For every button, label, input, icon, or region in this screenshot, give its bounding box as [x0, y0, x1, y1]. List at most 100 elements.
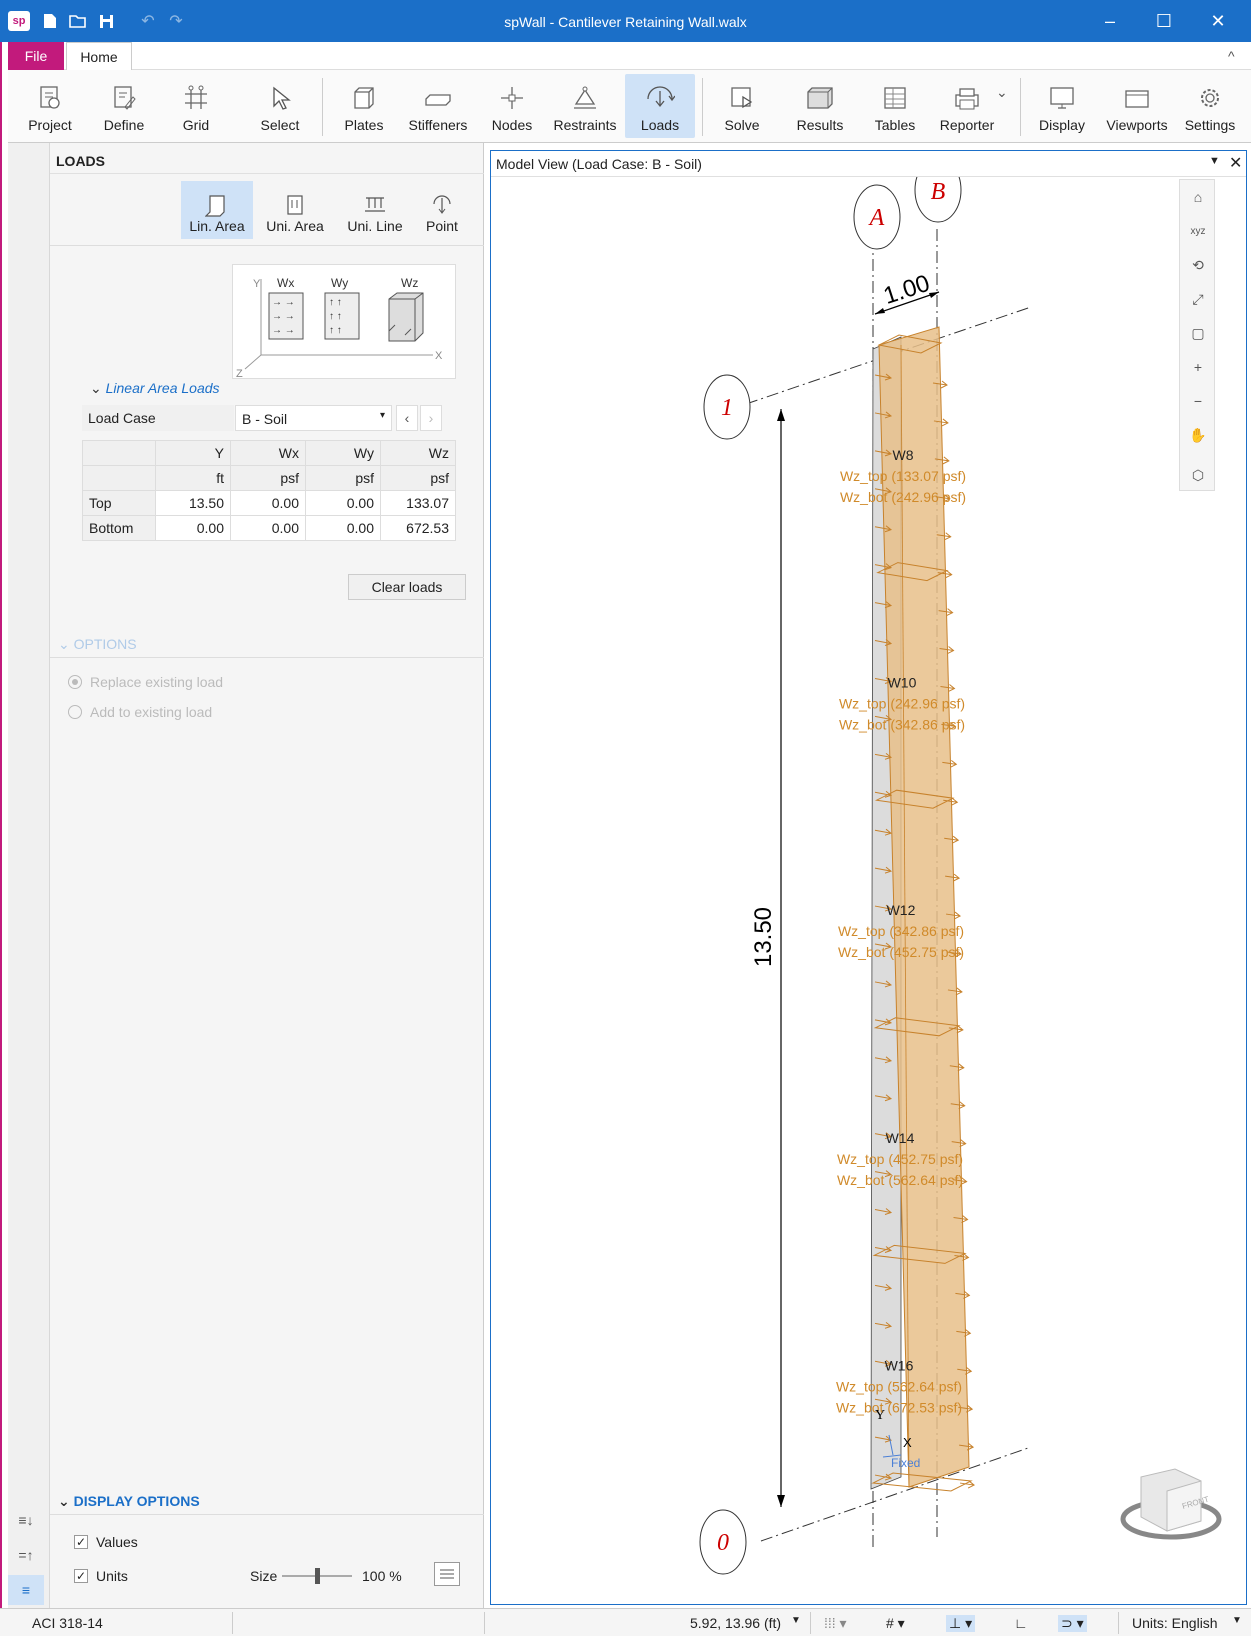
render-toggle-icon[interactable]: ⊃ ▾	[1058, 1615, 1087, 1632]
values-checkbox[interactable]: ✓ Values	[74, 1534, 138, 1550]
results-button[interactable]: Results	[790, 74, 850, 138]
home-view-icon[interactable]: ⌂	[1180, 182, 1216, 212]
snap-grid-icon[interactable]: ⁞⁞⁞ ▾	[824, 1615, 847, 1632]
zoom-out-icon[interactable]: −	[1180, 386, 1216, 416]
grid-toggle-icon[interactable]: # ▾	[886, 1615, 905, 1632]
home-tab[interactable]: Home	[66, 42, 132, 70]
size-slider-track[interactable]	[282, 1568, 352, 1584]
maximize-button[interactable]: ☐	[1137, 0, 1191, 42]
units-checkbox[interactable]: ✓ Units	[74, 1568, 128, 1584]
zoom-extents-icon[interactable]: ⤢	[1180, 284, 1216, 314]
solve-button[interactable]: Solve	[712, 74, 772, 138]
settings-button[interactable]: Settings	[1178, 74, 1242, 138]
cell-y[interactable]: 0.00	[155, 515, 231, 541]
collapse-all-icon[interactable]: =↑	[8, 1540, 44, 1570]
view-menu-icon[interactable]: ▼	[1209, 155, 1220, 167]
restraints-button[interactable]: Restraints	[550, 74, 620, 138]
project-icon	[40, 86, 60, 109]
loads-table: Y Wx Wy Wz ft psf psf psf Top 13.50 0.00 0.00 133.…	[82, 440, 456, 541]
cell-wx[interactable]: 0.00	[230, 490, 306, 516]
prev-load-case-button[interactable]: ‹	[396, 405, 418, 431]
ortho-icon[interactable]: ∟	[1014, 1615, 1028, 1631]
cursor-coords: 5.92, 13.96 (ft)	[690, 1615, 782, 1631]
load-case-label: Load Case	[82, 405, 234, 431]
project-button[interactable]: Project	[20, 74, 80, 138]
wall-bottom-load-label: Wz_bot (452.75 psf)	[838, 944, 964, 960]
cell-wz[interactable]: 133.07	[380, 490, 456, 516]
diagram-wx-label: Wx	[277, 276, 294, 290]
model-view[interactable]: Model View (Load Case: B - Soil) ▼ ✕ A B…	[490, 150, 1247, 1605]
minimize-button[interactable]: –	[1083, 0, 1137, 42]
nodes-button[interactable]: Nodes	[482, 74, 542, 138]
replace-existing-radio[interactable]: Replace existing load	[68, 674, 223, 690]
define-button[interactable]: Define	[94, 74, 154, 138]
lin-area-icon	[205, 195, 225, 217]
tables-button[interactable]: Tables	[865, 74, 925, 138]
load-arrow-right	[959, 1480, 975, 1489]
cell-wz[interactable]: 672.53	[380, 515, 456, 541]
wall-name-label: W12	[887, 902, 916, 918]
wall-name-label: W16	[885, 1357, 914, 1373]
display-button[interactable]: Display	[1031, 74, 1093, 138]
grid-label-a: A	[868, 205, 885, 231]
model-view-header: Model View (Load Case: B - Soil) ▼ ✕	[491, 151, 1246, 177]
cell-wy[interactable]: 0.00	[305, 490, 381, 516]
close-button[interactable]: ✕	[1191, 0, 1245, 42]
grid-button[interactable]: Grid	[166, 74, 226, 138]
model-canvas[interactable]: A B 1 0 1.00 13.50 W8 Wz_top (133.07 psf)…	[491, 177, 1246, 1604]
status-bar: ACI 318-14 5.92, 13.96 (ft) ▼ ⁞⁞⁞ ▾ # ▾ …	[0, 1608, 1251, 1636]
cell-wx[interactable]: 0.00	[230, 515, 306, 541]
coords-dropdown-icon[interactable]: ▼	[791, 1615, 801, 1626]
axis-view-icon[interactable]: xyz	[1180, 216, 1216, 246]
grid-label-0: 0	[717, 1530, 729, 1556]
lin-area-button[interactable]: Lin. Area	[181, 181, 253, 239]
uni-area-button[interactable]: Uni. Area	[257, 181, 333, 239]
loads-panel: LOADS Lin. Area Uni. Area Uni. Line Poin…	[50, 143, 484, 1608]
dim-height-label: 13.50	[750, 907, 777, 967]
cell-wy[interactable]: 0.00	[305, 515, 381, 541]
diagram-axis-z: Z	[236, 368, 243, 380]
uni-line-button[interactable]: Uni. Line	[340, 181, 410, 239]
clear-loads-button[interactable]: Clear loads	[348, 574, 466, 600]
rotate-view-icon[interactable]: ⟲	[1180, 250, 1216, 280]
wall-bottom-load-label: Wz_bot (562.64 psf)	[837, 1172, 963, 1188]
load-case-select[interactable]: B - Soil ▾	[235, 405, 392, 431]
wall-top-load-label: Wz_top (452.75 psf)	[837, 1151, 963, 1167]
close-view-icon[interactable]: ✕	[1229, 153, 1242, 173]
svg-text:↑ ↑: ↑ ↑	[329, 311, 342, 322]
zoom-window-icon[interactable]: ▢	[1180, 318, 1216, 348]
window-border	[0, 42, 8, 1636]
cell-y[interactable]: 13.50	[155, 490, 231, 516]
panel-list-icon[interactable]: ≡	[8, 1575, 44, 1605]
viewports-icon	[1125, 90, 1149, 108]
loads-button[interactable]: Loads	[625, 74, 695, 138]
linear-area-loads-header[interactable]: ⌄ Linear Area Loads	[90, 380, 220, 397]
select-button[interactable]: Select	[250, 74, 310, 138]
size-slider-thumb[interactable]	[315, 1568, 320, 1584]
viewports-button[interactable]: Viewports	[1104, 74, 1170, 138]
units-status[interactable]: Units: English	[1132, 1615, 1218, 1631]
zoom-in-icon[interactable]: +	[1180, 352, 1216, 382]
file-tab[interactable]: File	[8, 42, 64, 70]
wall-bottom-load-label: Wz_bot (242.96 psf)	[840, 489, 966, 505]
point-load-button[interactable]: Point	[414, 181, 470, 239]
chevron-down-icon: ⌄	[58, 1493, 74, 1509]
next-load-case-button[interactable]: ›	[420, 405, 442, 431]
reporter-button[interactable]: Reporter	[932, 74, 1002, 138]
stiffener-icon	[425, 94, 451, 106]
display-options-header[interactable]: ⌄ DISPLAY OPTIONS	[58, 1493, 200, 1510]
units-dropdown-icon[interactable]: ▼	[1232, 1615, 1242, 1626]
options-header[interactable]: ⌄ OPTIONS	[58, 636, 137, 653]
display-settings-icon[interactable]	[434, 1562, 460, 1586]
pan-hand-icon[interactable]: ✋	[1180, 420, 1216, 450]
reporter-dropdown-icon[interactable]: ⌄	[996, 84, 1008, 101]
stiffeners-button[interactable]: Stiffeners	[404, 74, 472, 138]
expand-all-icon[interactable]: ≡↓	[8, 1505, 44, 1535]
add-existing-radio[interactable]: Add to existing load	[68, 704, 212, 720]
axis-toggle-icon[interactable]: ⊥ ▾	[946, 1615, 976, 1632]
load-direction-diagram: Y Z X Wx Wy Wz → → → → → → ↑ ↑ ↑ ↑ ↑ ↑	[232, 264, 456, 380]
plates-button[interactable]: Plates	[334, 74, 394, 138]
loads-icon	[647, 86, 675, 108]
collapse-ribbon-button[interactable]: ^	[1228, 48, 1235, 64]
view-style-icon[interactable]: ⬡	[1180, 460, 1216, 490]
